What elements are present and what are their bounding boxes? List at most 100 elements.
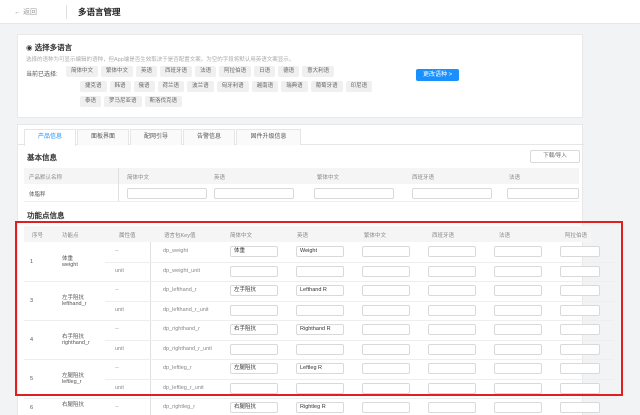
translation-input[interactable] <box>362 304 410 316</box>
translation-input[interactable] <box>494 363 542 374</box>
translation-input[interactable] <box>296 265 344 277</box>
translation-input[interactable] <box>560 382 600 394</box>
translation-input[interactable]: 左手阻抗 <box>230 285 278 296</box>
group-divider <box>24 281 614 282</box>
translation-input[interactable] <box>296 343 344 355</box>
translation-input[interactable] <box>428 246 476 257</box>
tab-1[interactable]: 面板界面 <box>77 129 129 145</box>
translation-input[interactable] <box>362 363 410 374</box>
translation-input[interactable] <box>362 402 410 413</box>
translation-input[interactable] <box>560 304 600 316</box>
translation-input[interactable] <box>560 285 600 296</box>
function-header-3: 语言包Key值 <box>164 233 196 239</box>
tab-0[interactable]: 产品信息 <box>24 129 76 146</box>
translation-input[interactable] <box>560 343 600 355</box>
translation-input[interactable] <box>494 246 542 257</box>
tab-3[interactable]: 告警信息 <box>183 129 235 145</box>
translation-input[interactable]: Leftleg R <box>296 363 344 374</box>
basic-header-0: 产品默认名称 <box>29 175 63 181</box>
language-panel: ◉ 选择多语言 选择的语种为可显示编辑的语种，但App端是否生效取决于是否配置文… <box>17 34 583 118</box>
translation-input[interactable] <box>494 304 542 316</box>
function-header-9: 阿拉伯语 <box>565 233 588 239</box>
translation-input[interactable]: 右手阻抗 <box>230 324 278 335</box>
tab-2[interactable]: 配网引导 <box>130 129 182 145</box>
basic-input-3[interactable] <box>412 188 492 199</box>
translation-input[interactable] <box>362 382 410 394</box>
tab-4[interactable]: 固件升级信息 <box>236 129 301 145</box>
language-chip: 英语 <box>136 66 158 77</box>
language-chip: 泰语 <box>80 96 102 107</box>
function-info-title: 功能点信息 <box>27 211 65 220</box>
language-key: dp_righthand_r <box>163 326 201 332</box>
translation-input[interactable] <box>230 382 278 394</box>
translation-input[interactable] <box>494 343 542 355</box>
attribute-value: unit <box>115 384 124 391</box>
translation-input[interactable] <box>428 324 476 335</box>
translation-input[interactable] <box>362 285 410 296</box>
function-header-8: 法语 <box>499 233 511 239</box>
attribute-value: -- <box>115 248 119 254</box>
translation-input[interactable] <box>362 324 410 335</box>
function-no: 1 <box>30 258 34 265</box>
translation-input[interactable] <box>428 402 476 413</box>
translation-input[interactable]: Weight <box>296 246 344 257</box>
language-chip: 印尼语 <box>345 81 373 92</box>
language-key: dp_weight_unit <box>163 267 201 274</box>
download-import-button[interactable]: 下载/导入 <box>530 150 580 163</box>
language-key: dp_leftleg_r <box>163 365 192 371</box>
attribute-value: unit <box>115 306 124 313</box>
translation-input[interactable] <box>230 343 278 355</box>
translation-input[interactable] <box>560 265 600 277</box>
translation-input[interactable] <box>428 285 476 296</box>
translation-input[interactable] <box>494 402 542 413</box>
translation-input[interactable] <box>494 324 542 335</box>
group-divider <box>24 398 614 399</box>
translation-input[interactable] <box>560 246 600 257</box>
basic-input-0[interactable] <box>127 188 207 199</box>
basic-header-2: 英语 <box>214 175 226 181</box>
language-panel-description: 选择的语种为可显示编辑的语种，但App端是否生效取决于是否配置文案。为空的字段将… <box>26 57 295 63</box>
translation-input[interactable] <box>296 382 344 394</box>
translation-input[interactable] <box>560 363 600 374</box>
language-panel-title: ◉ 选择多语言 <box>26 42 72 53</box>
translation-input[interactable] <box>230 265 278 277</box>
translation-input[interactable] <box>428 265 476 277</box>
translation-input[interactable] <box>362 265 410 277</box>
attribute-value: -- <box>115 326 119 332</box>
translation-input[interactable] <box>428 382 476 394</box>
translation-input[interactable] <box>494 285 542 296</box>
attribute-value: unit <box>115 267 124 274</box>
translation-input[interactable] <box>362 343 410 355</box>
attribute-value: -- <box>115 404 119 410</box>
row-divider <box>105 339 614 341</box>
translation-input[interactable] <box>296 304 344 316</box>
language-key: dp_lefthand_r_unit <box>163 306 209 313</box>
translation-input[interactable]: Righthand R <box>296 324 344 335</box>
translation-input[interactable] <box>428 343 476 355</box>
translation-input[interactable]: Rightleg R <box>296 402 344 413</box>
translation-input[interactable]: 左腿阻抗 <box>230 363 278 374</box>
basic-input-1[interactable] <box>214 188 294 199</box>
basic-info-title: 基本信息 <box>27 153 57 162</box>
translation-input[interactable] <box>428 304 476 316</box>
back-link[interactable]: ← 返回 <box>14 7 37 17</box>
translation-input[interactable]: 右腿阻抗 <box>230 402 278 413</box>
translation-input[interactable] <box>362 246 410 257</box>
translation-input[interactable] <box>494 382 542 394</box>
translation-input[interactable] <box>560 324 600 335</box>
translation-input[interactable]: 体重 <box>230 246 278 257</box>
back-label: 返回 <box>22 9 37 16</box>
translation-input[interactable] <box>428 363 476 374</box>
change-language-button[interactable]: 更改语种 > <box>416 69 460 81</box>
language-chip: 斯洛伐克语 <box>144 96 183 107</box>
row-divider <box>105 378 614 380</box>
current-selection-label: 当前已选择: <box>26 72 58 78</box>
translation-input[interactable] <box>560 402 600 413</box>
basic-input-4[interactable] <box>507 188 579 199</box>
divider <box>66 5 67 19</box>
basic-input-2[interactable] <box>314 188 394 199</box>
translation-input[interactable] <box>494 265 542 277</box>
basic-header-3: 繁体中文 <box>317 175 340 181</box>
translation-input[interactable] <box>230 304 278 316</box>
translation-input[interactable]: Lefthand R <box>296 285 344 296</box>
